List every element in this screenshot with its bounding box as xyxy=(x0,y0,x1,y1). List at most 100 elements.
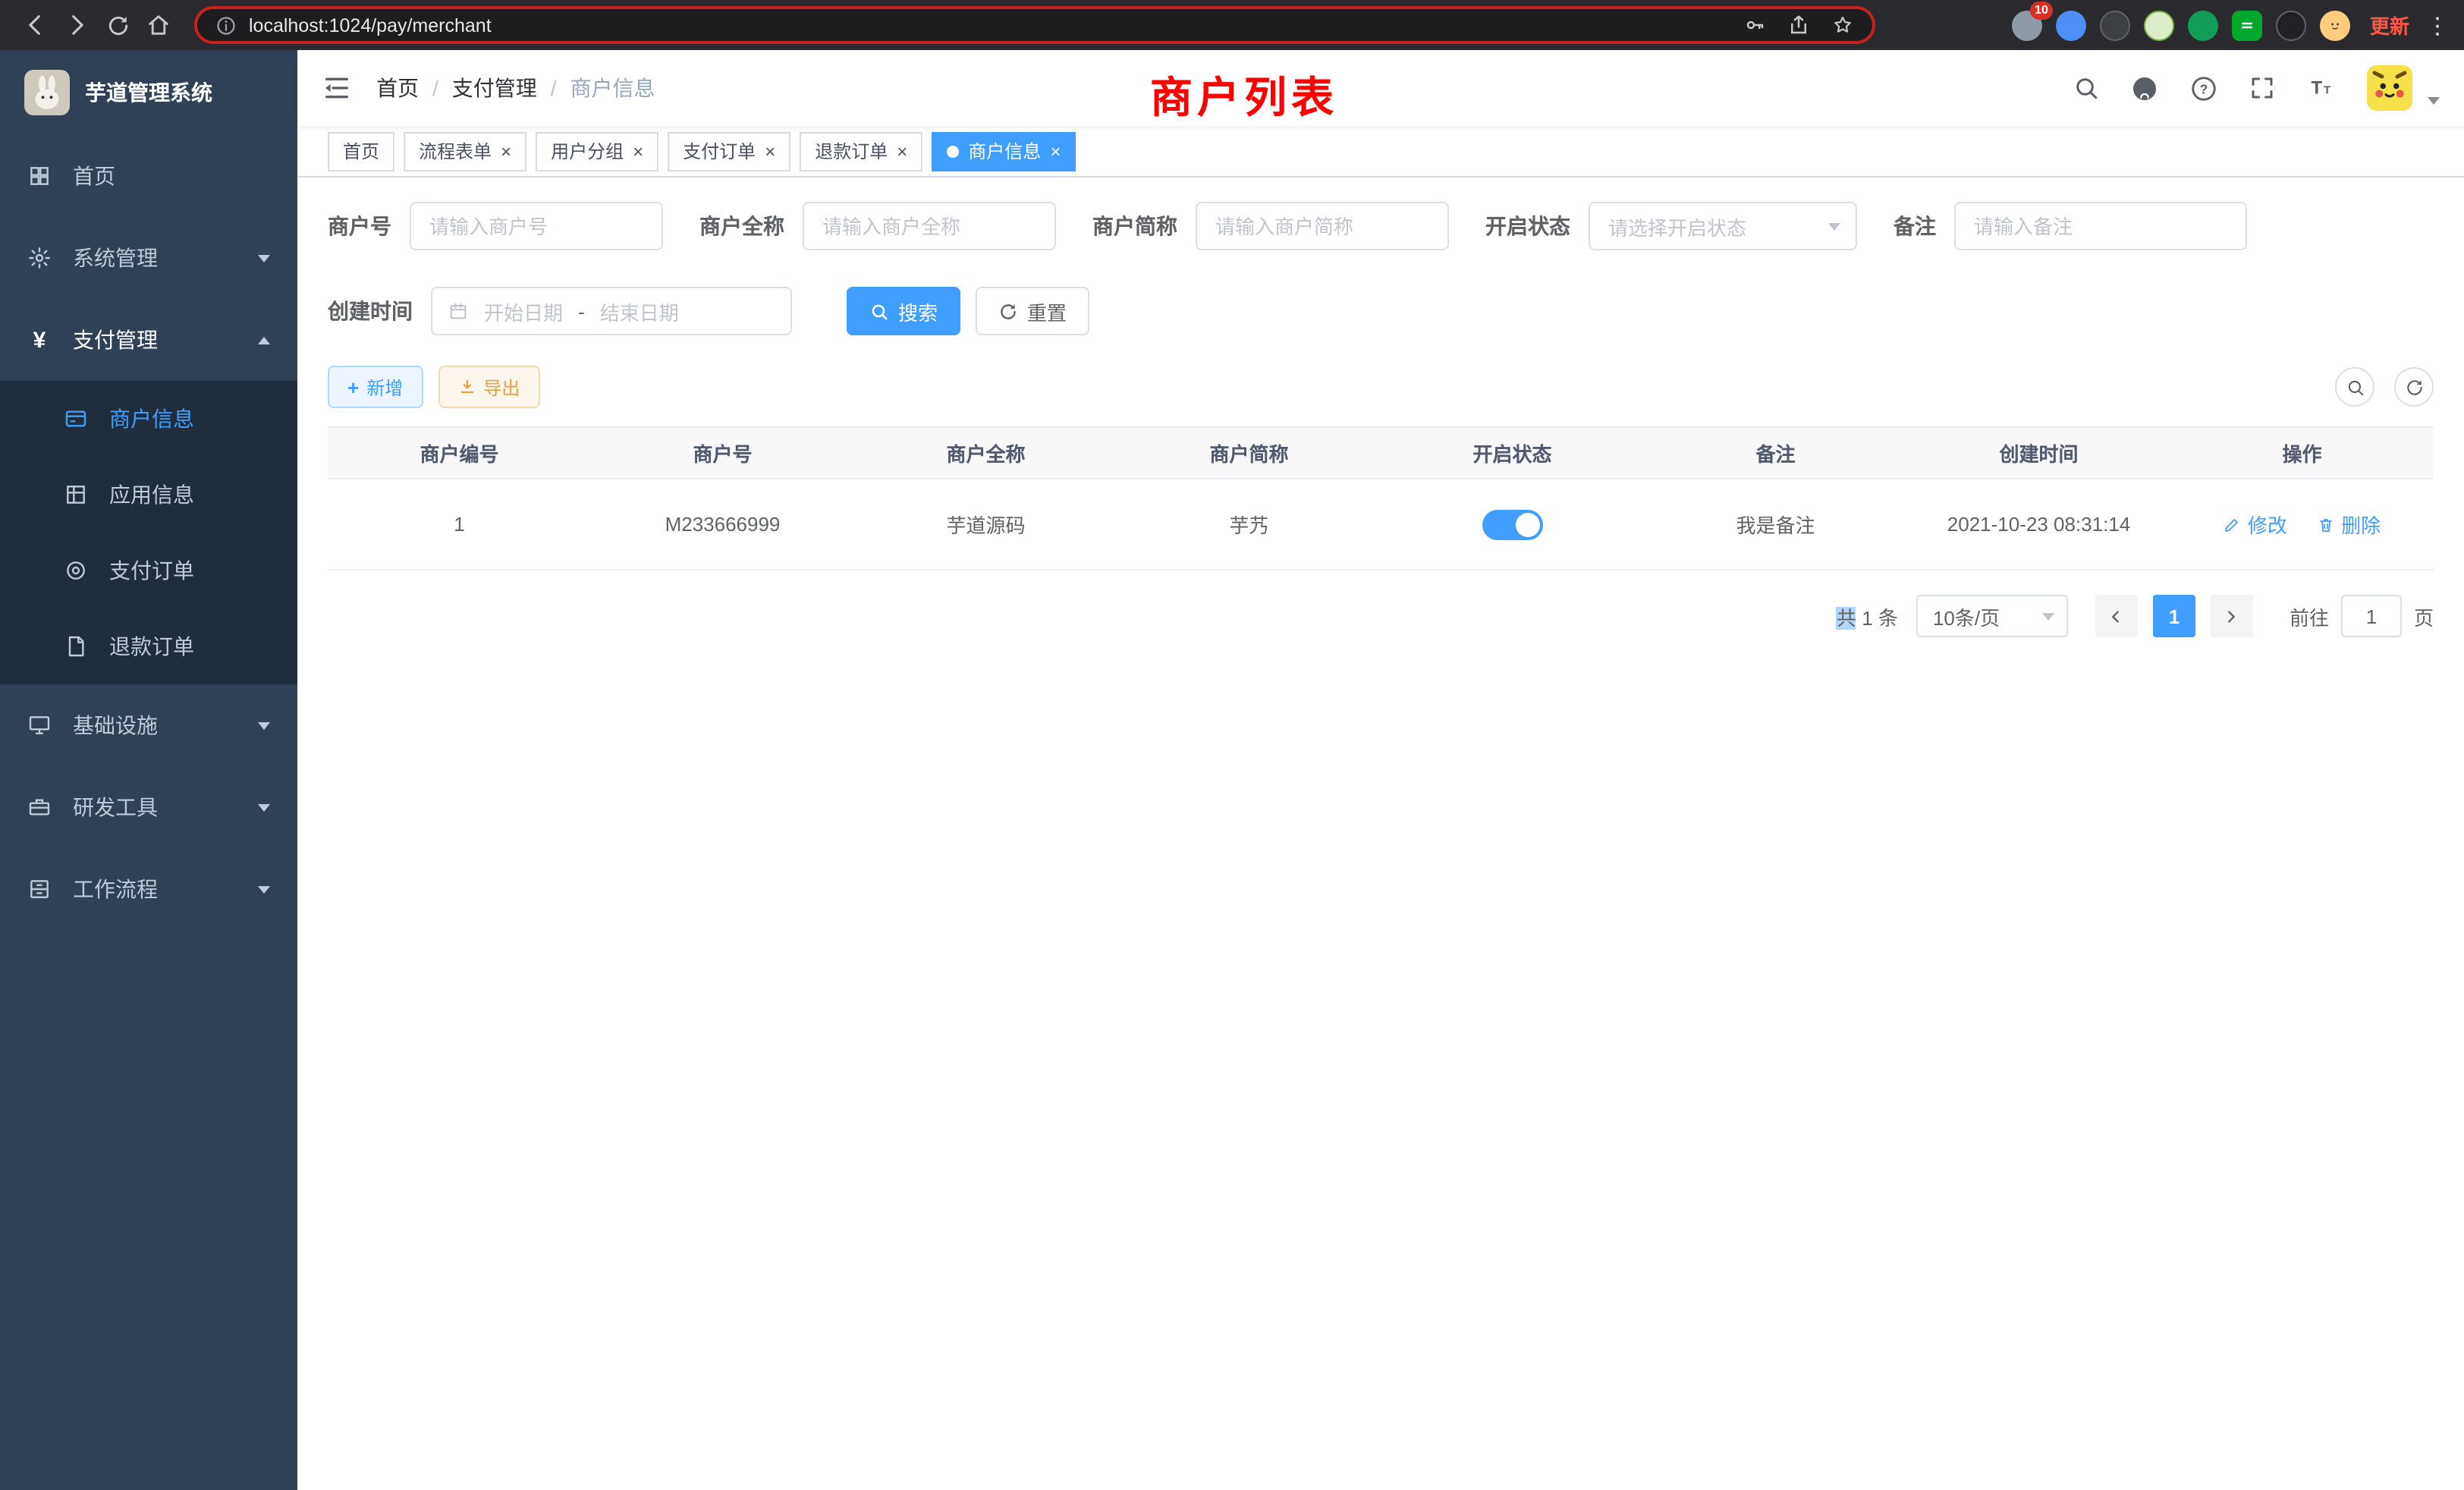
sidebar-item-dev-tools[interactable]: 研发工具 xyxy=(0,766,297,848)
extension-icon-4[interactable] xyxy=(2144,10,2174,40)
status-select-placeholder: 请选择开启状态 xyxy=(1608,212,1746,240)
export-button[interactable]: 导出 xyxy=(438,366,539,408)
sidebar-item-refund-orders[interactable]: 退款订单 xyxy=(0,608,297,684)
font-size-icon[interactable]: TT xyxy=(2306,74,2337,102)
merchant-no-label: 商户号 xyxy=(328,211,391,241)
cell-merchant-id: 1 xyxy=(328,479,591,570)
status-toggle[interactable] xyxy=(1482,509,1543,539)
tab-close-icon[interactable]: × xyxy=(633,140,643,162)
fullscreen-icon[interactable] xyxy=(2249,74,2276,102)
short-name-input[interactable] xyxy=(1196,202,1449,250)
browser-menu-icon[interactable]: ⋮ xyxy=(2426,11,2449,39)
bookmark-star-icon[interactable] xyxy=(1831,14,1854,36)
forward-button[interactable] xyxy=(56,5,97,46)
toggle-search-button[interactable] xyxy=(2335,367,2374,407)
breadcrumb-separator: / xyxy=(551,76,557,100)
remark-input[interactable] xyxy=(1954,202,2247,250)
password-key-icon[interactable] xyxy=(1743,14,1766,36)
yen-icon: ¥ xyxy=(27,327,52,353)
edit-link[interactable]: 修改 xyxy=(2224,510,2287,539)
tab-refund-orders[interactable]: 退款订单 × xyxy=(800,131,922,171)
hamburger-icon[interactable] xyxy=(322,73,352,103)
tab-close-icon[interactable]: × xyxy=(1050,140,1061,162)
search-icon[interactable] xyxy=(2073,74,2100,102)
sidebar-item-label: 基础设施 xyxy=(73,710,158,740)
date-start-placeholder: 开始日期 xyxy=(484,297,563,325)
extension-icon-3[interactable] xyxy=(2100,10,2130,40)
tab-close-icon[interactable]: × xyxy=(501,140,511,162)
sidebar-item-app-info[interactable]: 应用信息 xyxy=(0,457,297,533)
navbar-actions: ? TT xyxy=(2073,65,2440,111)
table-tools xyxy=(2335,367,2434,407)
page-info-icon[interactable] xyxy=(215,14,237,36)
extension-icon-7[interactable] xyxy=(2276,10,2306,40)
sidebar-item-payment[interactable]: ¥ 支付管理 xyxy=(0,299,297,381)
url-bar[interactable]: localhost:1024/pay/merchant xyxy=(194,6,1875,44)
add-button[interactable]: + 新增 xyxy=(328,366,423,408)
sidebar-item-home[interactable]: 首页 xyxy=(0,135,297,217)
github-icon[interactable] xyxy=(2130,74,2159,102)
sidebar-item-infrastructure[interactable]: 基础设施 xyxy=(0,684,297,766)
tab-merchant-info[interactable]: 商户信息 × xyxy=(932,131,1076,171)
cell-status xyxy=(1381,479,1644,570)
reload-button[interactable] xyxy=(97,5,138,46)
tab-payment-orders[interactable]: 支付订单 × xyxy=(668,131,790,171)
goto-page-input[interactable] xyxy=(2341,595,2402,637)
page-size-select[interactable]: 10条/页 xyxy=(1916,595,2068,637)
full-name-input[interactable] xyxy=(803,202,1056,250)
date-end-placeholder: 结束日期 xyxy=(600,297,679,325)
remark-label: 备注 xyxy=(1894,211,1936,241)
status-select[interactable]: 请选择开启状态 xyxy=(1589,202,1857,250)
user-dropdown-caret-icon[interactable] xyxy=(2428,96,2440,104)
refresh-table-button[interactable] xyxy=(2394,367,2434,407)
merchant-no-input[interactable] xyxy=(410,202,663,250)
search-icon xyxy=(869,301,889,321)
chevron-down-icon xyxy=(258,721,270,729)
sidebar-item-label: 支付管理 xyxy=(73,325,158,355)
sidebar-item-system[interactable]: 系统管理 xyxy=(0,217,297,299)
search-button-label: 搜索 xyxy=(898,297,938,325)
extension-icon-1[interactable]: 10 xyxy=(2012,10,2042,40)
next-page-button[interactable] xyxy=(2211,595,2253,637)
extension-icon-5[interactable] xyxy=(2188,10,2218,40)
search-button[interactable]: 搜索 xyxy=(847,287,960,335)
pagination: 共 1 条 10条/页 1 前往 页 xyxy=(328,595,2434,637)
breadcrumb-item-payment[interactable]: 支付管理 xyxy=(452,73,537,103)
help-icon[interactable]: ? xyxy=(2189,74,2218,102)
sidebar-item-payment-orders[interactable]: 支付订单 xyxy=(0,533,297,608)
delete-link[interactable]: 删除 xyxy=(2317,510,2381,539)
back-button[interactable] xyxy=(15,5,56,46)
app-logo[interactable]: 芋道管理系统 xyxy=(0,50,297,135)
table-header-row: 商户编号 商户号 商户全称 商户简称 开启状态 备注 创建时间 操作 xyxy=(328,427,2434,479)
export-button-label: 导出 xyxy=(483,374,520,400)
tab-close-icon[interactable]: × xyxy=(765,140,775,162)
extension-icon-8[interactable] xyxy=(2320,10,2350,40)
reset-button[interactable]: 重置 xyxy=(976,287,1089,335)
status-label: 开启状态 xyxy=(1485,211,1570,241)
merchant-card-icon xyxy=(64,407,88,431)
tab-home[interactable]: 首页 xyxy=(328,131,394,171)
page-1-button[interactable]: 1 xyxy=(2153,595,2195,637)
browser-update-button[interactable]: 更新 xyxy=(2370,11,2409,39)
breadcrumb-item-home[interactable]: 首页 xyxy=(376,73,419,103)
create-time-range-picker[interactable]: 开始日期 - 结束日期 xyxy=(431,287,792,335)
user-avatar[interactable] xyxy=(2367,65,2412,111)
page-content: 商户号 商户全称 商户简称 开启状态 请选择开启状态 xyxy=(297,202,2464,637)
filter-row-1: 商户号 商户全称 商户简称 开启状态 请选择开启状态 xyxy=(328,202,2434,250)
tab-user-group[interactable]: 用户分组 × xyxy=(536,131,658,171)
home-button[interactable] xyxy=(138,5,179,46)
extension-badge: 10 xyxy=(2030,1,2053,19)
breadcrumb: 首页 / 支付管理 / 商户信息 xyxy=(376,73,655,103)
share-icon[interactable] xyxy=(1787,14,1810,36)
sidebar-item-merchant-info[interactable]: 商户信息 xyxy=(0,381,297,457)
sidebar-item-label: 退款订单 xyxy=(109,631,194,662)
prev-page-button[interactable] xyxy=(2095,595,2138,637)
svg-text:T: T xyxy=(2312,78,2323,99)
tab-process-form[interactable]: 流程表单 × xyxy=(404,131,526,171)
extension-icon-6[interactable] xyxy=(2232,10,2262,40)
total-count: 1 xyxy=(1862,606,1872,629)
tab-close-icon[interactable]: × xyxy=(897,140,907,162)
sidebar-item-workflow[interactable]: 工作流程 xyxy=(0,848,297,930)
extension-icon-2[interactable] xyxy=(2056,10,2086,40)
browser-window: localhost:1024/pay/merchant 10 xyxy=(0,0,2464,1490)
